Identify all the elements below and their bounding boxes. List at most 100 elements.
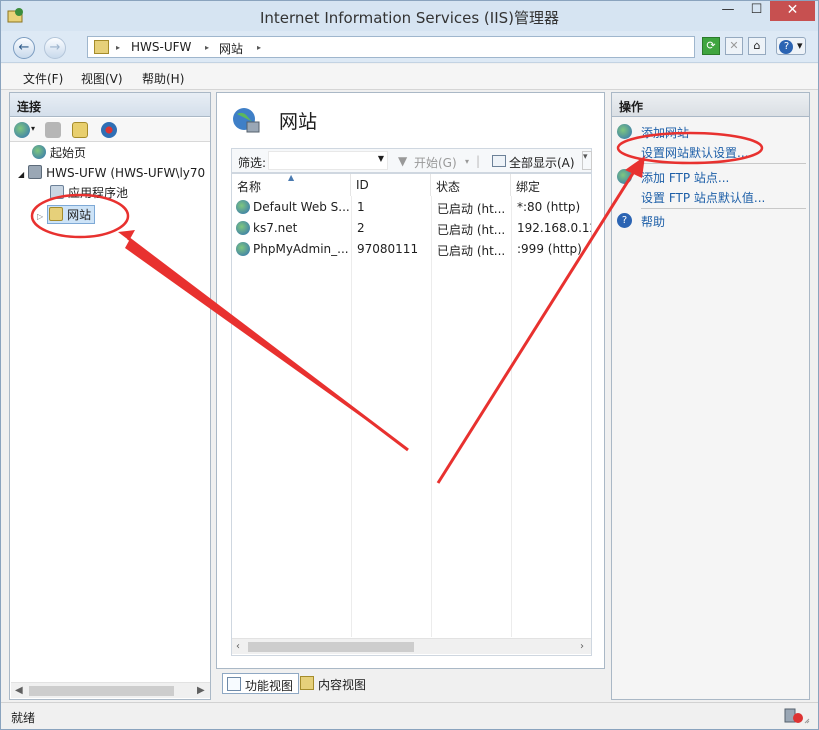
cell-id: 1 [357,200,365,214]
menu-file[interactable]: 文件(F) [23,70,63,87]
connections-header: 连接 [10,93,210,117]
site-globe-icon [236,242,250,256]
connections-hscrollbar[interactable]: ◀ ▶ [11,682,210,698]
features-view-icon [227,677,241,691]
save-icon[interactable] [45,122,61,138]
server-status-icon [784,708,810,724]
tree-item-sites[interactable]: ▷ 网站 [37,205,96,224]
content-view-icon [300,676,314,690]
cell-binding: 192.168.0.125 [517,221,591,235]
app-pool-icon [50,185,64,199]
show-all-button[interactable]: 全部显示(A) [509,154,575,171]
col-label: 名称 [237,180,262,194]
status-bar: 就绪 [1,702,818,729]
page-title: 网站 [279,111,318,133]
cell-status: 已启动 (ht... [437,244,506,258]
view-label: 功能视图 [245,679,294,693]
table-row[interactable]: ks7.net 2 已启动 (ht... 192.168.0.125 [232,218,591,239]
add-site-icon [617,124,632,139]
cell-id: 2 [357,221,365,235]
add-ftp-link[interactable]: 添加 FTP 站点... [641,169,729,186]
add-ftp-icon [617,169,632,184]
add-site-link[interactable]: 添加网站 [641,124,689,141]
tree-label: 网站 [67,208,92,222]
refresh-icon[interactable]: ⟳ [702,37,720,55]
col-label: 状态 [436,180,461,194]
show-all-icon[interactable] [492,155,506,167]
scroll-right-icon[interactable]: › [580,639,584,655]
sites-panel: 网站 筛选: ▼ ▼ 开始(G) ▾ | 全部显示(A) ▾ ▲ 名称 ID 状态… [216,92,605,669]
scroll-left-icon[interactable]: ‹ [236,639,240,655]
ftp-defaults-link[interactable]: 设置 FTP 站点默认值... [641,189,765,206]
filter-input[interactable]: ▼ [268,151,388,170]
filter-bar: 筛选: ▼ ▼ 开始(G) ▾ | 全部显示(A) ▾ [231,148,592,173]
minimize-button[interactable]: — [713,1,743,21]
collapsed-arrow-icon[interactable]: ▷ [37,212,43,221]
expanded-arrow-icon[interactable]: ◢ [18,170,24,179]
start-filter-button[interactable]: 开始(G) [414,154,457,171]
menu-help[interactable]: 帮助(H) [142,70,184,87]
scroll-toolbar-icon[interactable]: ▾ [582,151,592,170]
tree-item-start-page[interactable]: 起始页 [32,144,86,161]
cell-name: Default Web S... [253,200,349,214]
forward-icon[interactable]: → [44,37,66,59]
col-header-name[interactable]: ▲ 名称 [232,173,351,196]
chevron-down-icon[interactable]: ▼ [378,154,384,163]
folder-icon [94,40,109,54]
back-icon[interactable]: ← [13,37,35,59]
sites-list: ▲ 名称 ID 状态 绑定 Default Web S... 1 已启动 (ht.… [231,173,592,656]
cell-binding: :999 (http) [517,242,582,256]
help-link[interactable]: 帮助 [641,213,665,230]
table-row[interactable]: PhpMyAdmin_... 97080111 已启动 (ht... :999 … [232,239,591,260]
breadcrumb-separator-icon: ▸ [116,43,121,52]
col-label: 绑定 [516,180,541,194]
breadcrumb-server[interactable]: HWS-UFW [131,40,191,54]
list-hscrollbar[interactable]: ‹ › [232,638,591,654]
breadcrumb-sites[interactable]: 网站 [219,40,243,57]
col-divider [511,196,512,637]
home-icon[interactable]: ⌂ [748,37,766,55]
disconnect-icon[interactable] [101,122,117,138]
menu-view[interactable]: 视图(V) [81,70,123,87]
cell-id: 97080111 [357,242,419,256]
maximize-button[interactable]: ☐ [743,1,770,21]
address-toolbar: ← → ▸ HWS-UFW ▸ 网站 ▸ ⟳ ✕ ⌂ ? ▾ [1,31,818,63]
site-globe-icon [236,200,250,214]
col-header-binding[interactable]: 绑定 [511,174,591,196]
stop-icon[interactable]: ✕ [725,37,743,55]
help-dropdown-icon[interactable]: ? ▾ [776,37,806,55]
tree-label: HWS-UFW (HWS-UFW\ly70 [46,166,206,180]
chevron-down-icon[interactable]: ▾ [465,157,469,166]
features-view-button[interactable]: 功能视图 [222,673,300,694]
scroll-left-icon[interactable]: ◀ [15,683,23,699]
col-label: ID [356,178,369,192]
tree-item-server[interactable]: ◢ HWS-UFW (HWS-UFW\ly70 [18,165,205,180]
tree-item-app-pools[interactable]: 应用程序池 [50,184,128,201]
cell-name: PhpMyAdmin_... [253,242,349,256]
cell-status: 已启动 (ht... [437,202,506,216]
col-header-id[interactable]: ID [351,174,431,196]
close-button[interactable]: ✕ [770,1,815,21]
connections-panel: 连接 ▾ 起始页 ◢ HWS-UFW (HWS-UFW\ly70 应用程序池 ▷ 网… [9,92,211,700]
col-header-status[interactable]: 状态 [431,174,511,196]
site-defaults-link[interactable]: 设置网站默认设置... [641,144,748,161]
sort-asc-icon: ▲ [288,173,295,182]
breadcrumb-separator-icon: ▸ [257,43,262,52]
divider: | [476,154,481,168]
scroll-thumb[interactable] [248,642,414,652]
connect-icon[interactable] [14,122,30,138]
address-bar[interactable]: ▸ HWS-UFW ▸ 网站 ▸ [87,36,695,58]
filter-funnel-icon[interactable]: ▼ [398,154,407,168]
sites-globe-icon [233,108,260,133]
content-view-button[interactable]: 内容视图 [296,673,371,694]
chevron-down-icon[interactable]: ▾ [31,124,39,140]
table-row[interactable]: Default Web S... 1 已启动 (ht... *:80 (http… [232,197,591,218]
up-folder-icon[interactable] [72,122,88,138]
actions-header: 操作 [612,93,809,117]
tree-label: 起始页 [50,146,87,160]
start-page-icon [32,145,46,159]
scroll-right-icon[interactable]: ▶ [197,683,205,699]
connections-toolbar: ▾ [10,118,210,142]
title-bar[interactable]: Internet Information Services (IIS)管理器 —… [1,1,818,31]
scroll-thumb[interactable] [29,686,174,696]
